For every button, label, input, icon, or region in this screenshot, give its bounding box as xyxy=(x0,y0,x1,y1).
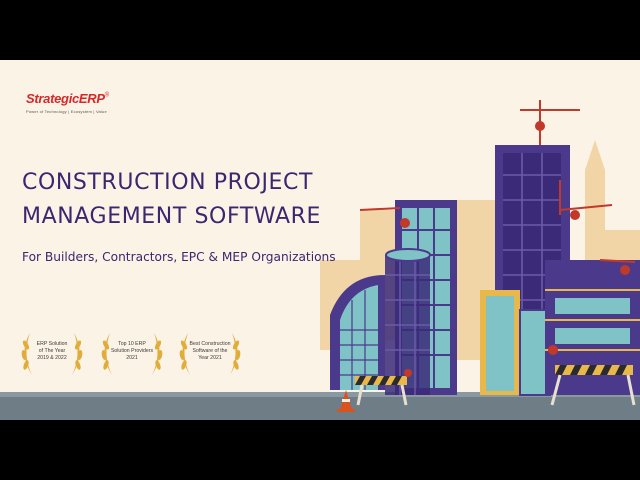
award-line: Software of the xyxy=(192,348,228,354)
registered-mark: ® xyxy=(104,92,110,99)
award-line: Top 10 ERP xyxy=(118,341,146,347)
award-line: 2021 xyxy=(126,355,138,361)
title-line-2: MANAGEMENT SOFTWARE xyxy=(22,204,322,229)
award-badge-2: Top 10 ERP Solution Providers 2021 xyxy=(94,327,170,383)
award-text: Best Construction Software of the Year 2… xyxy=(182,341,238,362)
award-badge-3: Best Construction Software of the Year 2… xyxy=(172,327,248,383)
award-line: Best Construction xyxy=(189,341,231,347)
tower-left xyxy=(385,200,457,395)
award-badge-1: ERP Solution of The Year 2019 & 2022 xyxy=(14,327,90,383)
page-subtitle: For Builders, Contractors, EPC & MEP Org… xyxy=(22,250,336,264)
brand-logo[interactable]: StrategicERP® Power of Technology | Ecos… xyxy=(26,90,109,114)
award-line: of The Year xyxy=(38,348,66,354)
award-line: Solution Providers xyxy=(110,348,154,354)
ground xyxy=(0,395,640,420)
award-text: Top 10 ERP Solution Providers 2021 xyxy=(104,341,160,362)
brand-name: StrategicERP xyxy=(26,91,105,106)
award-line: ERP Solution xyxy=(36,341,68,347)
brand-tagline: Power of Technology | Ecosystem | Value xyxy=(26,109,107,114)
page-title: CONSTRUCTION PROJECT MANAGEMENT SOFTWARE xyxy=(22,166,321,234)
award-text: ERP Solution of The Year 2019 & 2022 xyxy=(24,341,80,362)
award-line: Year 2021 xyxy=(198,355,222,361)
award-line: 2019 & 2022 xyxy=(37,355,67,361)
title-line-1: CONSTRUCTION PROJECT xyxy=(22,170,314,195)
slide: StrategicERP® Power of Technology | Ecos… xyxy=(0,60,640,420)
